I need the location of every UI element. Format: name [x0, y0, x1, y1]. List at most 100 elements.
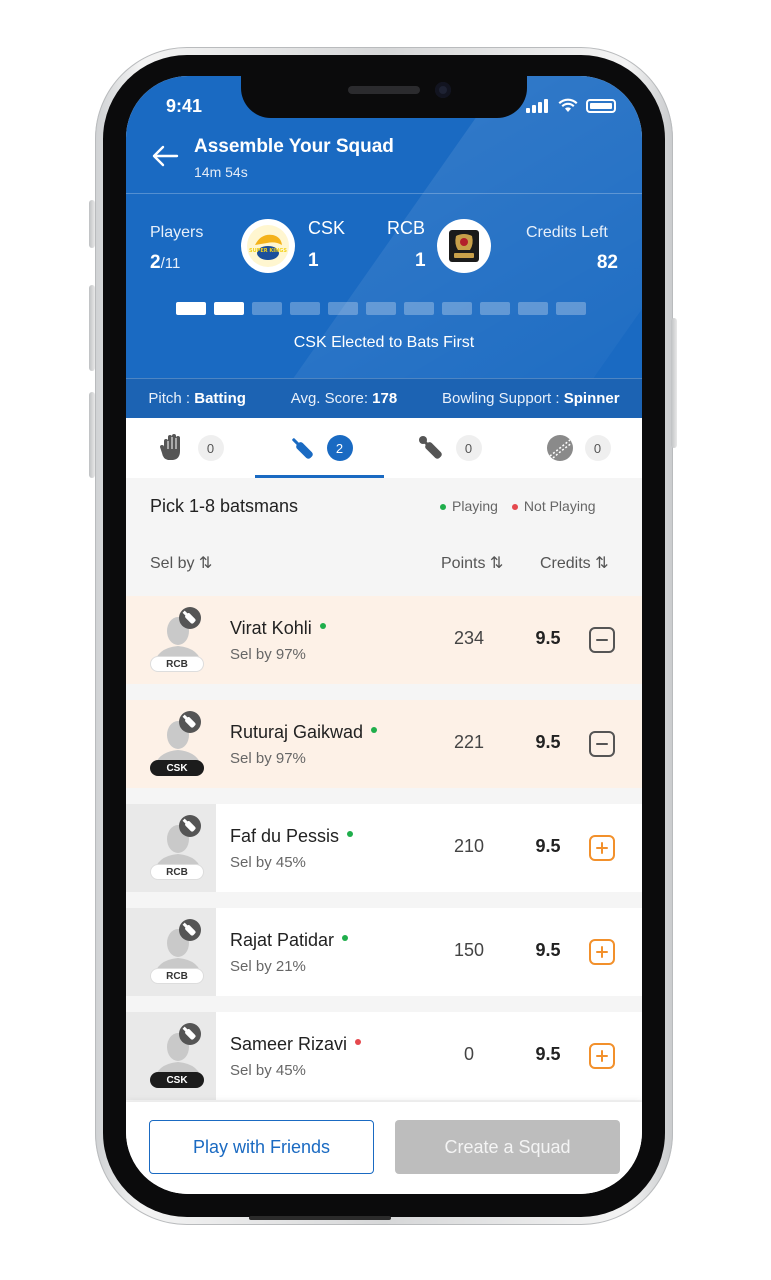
cellular-signal-icon	[526, 99, 550, 113]
battery-icon	[586, 99, 616, 113]
players-count: 2/11	[150, 252, 180, 274]
tab-bowler[interactable]: 0	[513, 418, 642, 478]
player-row[interactable]: RCB Faf du Pessis Sel by 45% 210 9.5	[126, 804, 642, 892]
progress-segment	[404, 302, 434, 315]
team-tag: RCB	[150, 864, 204, 880]
front-camera	[435, 82, 451, 98]
bowling-support-info: Bowling Support : Spinner	[441, 390, 620, 407]
remove-player-button[interactable]	[589, 627, 615, 653]
wicket-keeper-gloves-icon	[159, 434, 180, 460]
team-tag: RCB	[150, 656, 204, 672]
pitch-info: Pitch : Batting	[148, 390, 246, 407]
volume-down-button	[89, 392, 95, 478]
legend-not-playing: Not Playing	[511, 498, 596, 514]
player-row[interactable]: CSK Sameer Rizavi Sel by 45% 0 9.5	[126, 1012, 642, 1100]
squad-header: 9:41 Assemble Your Squad 14m 54s Players…	[126, 76, 642, 418]
player-avatar: CSK	[126, 700, 216, 788]
toss-result-text: CSK Elected to Bats First	[293, 334, 475, 351]
player-selected-by: Sel by 45%	[230, 854, 306, 871]
status-icons	[526, 98, 616, 113]
add-player-button[interactable]	[589, 939, 615, 965]
bat-icon	[291, 438, 313, 459]
tab-batsman[interactable]: 2	[255, 418, 384, 478]
role-tabs: 0 2 0 0	[126, 418, 642, 478]
sort-points[interactable]: Points ⇅	[441, 553, 503, 573]
player-points: 0	[463, 1044, 474, 1064]
player-row[interactable]: RCB Rajat Patidar Sel by 21% 150 9.5	[126, 908, 642, 996]
credits-left-label: Credits Left	[526, 224, 608, 241]
player-name: Virat Kohli	[230, 618, 326, 639]
cricket-ball-icon	[546, 435, 573, 461]
back-arrow-icon[interactable]	[150, 144, 180, 168]
avg-score-value: 178	[372, 390, 398, 407]
minus-icon	[596, 743, 608, 745]
play-with-friends-button[interactable]: Play with Friends	[149, 1120, 374, 1174]
progress-segment	[518, 302, 548, 315]
team2-score: 1	[415, 250, 426, 271]
csk-lion-icon: SUPER KINGS	[247, 225, 289, 267]
team2-name: RCB	[387, 218, 426, 238]
add-player-button[interactable]	[589, 1043, 615, 1069]
progress-segment	[366, 302, 396, 315]
players-label: Players	[150, 224, 204, 241]
remove-player-button[interactable]	[589, 731, 615, 757]
player-name: Faf du Pessis	[230, 826, 354, 847]
player-name: Sameer Rizavi	[230, 1034, 362, 1055]
legend-playing: Playing	[440, 498, 498, 514]
status-time: 9:41	[166, 96, 203, 116]
team1-score: 1	[308, 250, 319, 271]
pitch-value: Batting	[194, 390, 246, 407]
app-screen: 9:41 Assemble Your Squad 14m 54s Players…	[126, 76, 642, 1194]
sort-sel-by[interactable]: Sel by ⇅	[150, 553, 212, 573]
players-selected: 2	[150, 252, 161, 273]
sort-credits[interactable]: Credits ⇅	[540, 553, 609, 573]
svg-text:SUPER KINGS: SUPER KINGS	[249, 248, 287, 254]
player-credits: 9.5	[535, 628, 561, 648]
green-dot-icon	[440, 504, 446, 511]
player-selected-by: Sel by 97%	[230, 750, 306, 767]
player-name: Ruturaj Gaikwad	[230, 722, 378, 743]
team-tag: CSK	[150, 1072, 204, 1088]
player-selected-by: Sel by 21%	[230, 958, 306, 975]
player-row[interactable]: RCB Virat Kohli Sel by 97% 234 9.5	[126, 596, 642, 684]
playing-status-dot-icon	[319, 623, 326, 630]
team1-name: CSK	[308, 218, 346, 238]
playing-status-dot-icon	[347, 831, 354, 838]
page-title: Assemble Your Squad	[194, 136, 394, 157]
volume-up-button	[89, 285, 95, 371]
playing-status-dot-icon	[355, 1039, 362, 1046]
minus-icon	[596, 639, 608, 641]
plus-icon	[596, 1050, 608, 1062]
progress-segment	[442, 302, 472, 315]
player-selected-by: Sel by 97%	[230, 646, 306, 663]
add-player-button[interactable]	[589, 835, 615, 861]
team-tag: CSK	[150, 760, 204, 776]
progress-segment	[556, 302, 586, 315]
header-divider	[126, 193, 642, 194]
player-row[interactable]: CSK Ruturaj Gaikwad Sel by 97% 221 9.5	[126, 700, 642, 788]
pick-instruction: Pick 1-8 batsmans	[150, 496, 299, 516]
bat-ball-icon	[418, 436, 442, 459]
players-total: /11	[160, 255, 181, 272]
tab-count-wicket-keeper: 0	[197, 435, 224, 461]
player-points: 150	[453, 940, 485, 960]
player-avatar: RCB	[126, 804, 216, 892]
playing-status-dot-icon	[342, 935, 349, 942]
tab-count-batsman: 2	[326, 435, 353, 461]
team-tag: RCB	[150, 968, 204, 984]
tab-all-rounder[interactable]: 0	[384, 418, 513, 478]
avg-score-info: Avg. Score: 178	[290, 390, 398, 407]
speaker-grille	[348, 86, 420, 94]
player-avatar: RCB	[126, 908, 216, 996]
player-name: Rajat Patidar	[230, 930, 349, 951]
rcb-logo	[437, 219, 491, 273]
progress-segment	[214, 302, 244, 315]
wifi-icon	[558, 98, 578, 112]
player-credits: 9.5	[535, 1044, 561, 1064]
player-credits: 9.5	[535, 732, 561, 752]
phone-notch	[241, 76, 527, 118]
create-squad-button[interactable]: Create a Squad	[395, 1120, 620, 1174]
tab-wicket-keeper[interactable]: 0	[126, 418, 255, 478]
countdown-timer: 14m 54s	[194, 164, 248, 180]
csk-logo: SUPER KINGS	[241, 219, 295, 273]
